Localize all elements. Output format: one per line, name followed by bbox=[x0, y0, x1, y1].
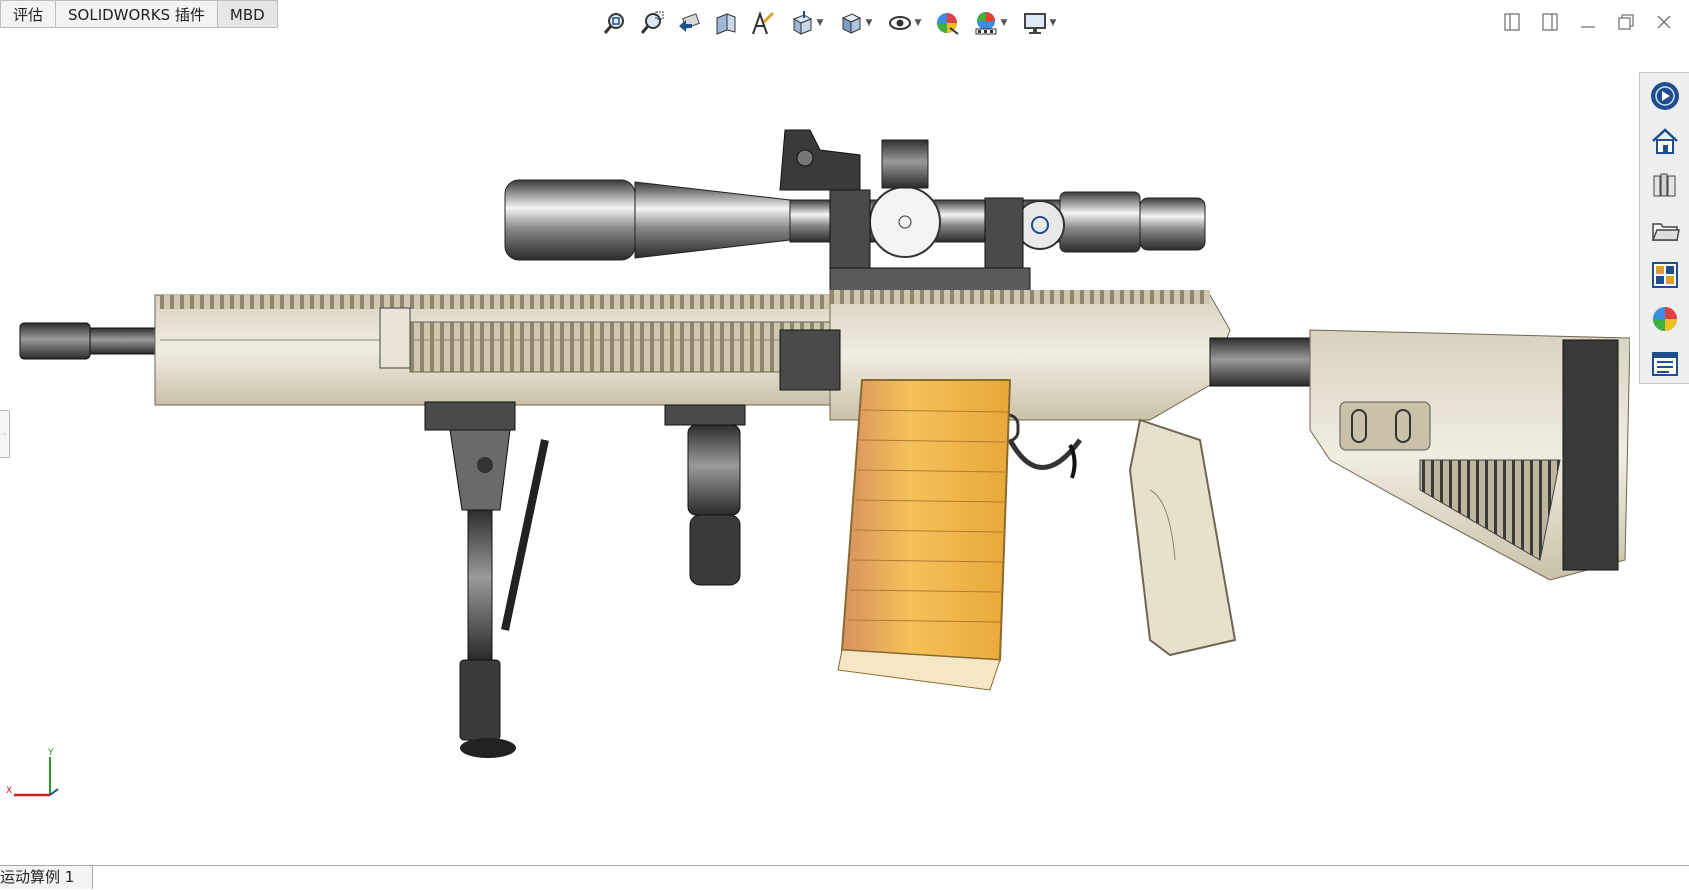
design-library-icon[interactable] bbox=[1645, 166, 1685, 205]
display-style-icon[interactable]: ▼ bbox=[832, 7, 878, 39]
view-settings-icon[interactable]: ▼ bbox=[1016, 7, 1062, 39]
triad-x-label: X bbox=[6, 786, 12, 796]
rifle-model[interactable] bbox=[0, 40, 1631, 860]
file-explorer-icon[interactable] bbox=[1645, 211, 1685, 250]
tab-evaluate[interactable]: 评估 bbox=[0, 0, 57, 28]
apply-scene-icon[interactable]: ▼ bbox=[967, 7, 1013, 39]
view-palette-icon[interactable] bbox=[1645, 255, 1685, 294]
close-icon[interactable] bbox=[1649, 6, 1679, 38]
minimize-icon[interactable] bbox=[1573, 6, 1603, 38]
custom-properties-icon[interactable] bbox=[1645, 344, 1685, 383]
feature-manager-collapse-handle[interactable]: ◦ bbox=[0, 410, 10, 458]
zoom-to-fit-icon[interactable] bbox=[598, 7, 632, 39]
zoom-to-area-icon[interactable] bbox=[635, 7, 669, 39]
edit-appearance-icon[interactable] bbox=[930, 7, 964, 39]
tab-motion-study-1[interactable]: 运动算例 1 bbox=[0, 866, 94, 889]
task-pane bbox=[1639, 72, 1689, 384]
view-orientation-icon[interactable]: ▼ bbox=[783, 7, 829, 39]
appearances-icon[interactable] bbox=[1645, 300, 1685, 339]
solidworks-resources-icon[interactable] bbox=[1645, 77, 1685, 116]
window-controls bbox=[1497, 6, 1679, 38]
tab-solidworks-addins[interactable]: SOLIDWORKS 插件 bbox=[56, 0, 218, 28]
restore-icon[interactable] bbox=[1611, 6, 1641, 38]
reference-triad: Y X bbox=[4, 745, 64, 805]
command-tabs: 评估 SOLIDWORKS 插件 MBD bbox=[0, 0, 278, 30]
previous-view-icon[interactable] bbox=[672, 7, 706, 39]
section-view-icon[interactable] bbox=[709, 7, 743, 39]
graphics-area[interactable] bbox=[0, 40, 1631, 860]
tile-right-icon[interactable] bbox=[1535, 6, 1565, 38]
motion-study-tabs: 运动算例 1 bbox=[0, 865, 1689, 890]
dynamic-annotation-icon[interactable] bbox=[746, 7, 780, 39]
tile-left-icon[interactable] bbox=[1497, 6, 1527, 38]
home-icon[interactable] bbox=[1645, 122, 1685, 161]
tab-mbd[interactable]: MBD bbox=[217, 0, 278, 28]
triad-y-label: Y bbox=[47, 748, 54, 758]
hide-show-items-icon[interactable]: ▼ bbox=[881, 7, 927, 39]
heads-up-view-toolbar: ▼ ▼ ▼ ▼ ▼ bbox=[598, 6, 1062, 40]
